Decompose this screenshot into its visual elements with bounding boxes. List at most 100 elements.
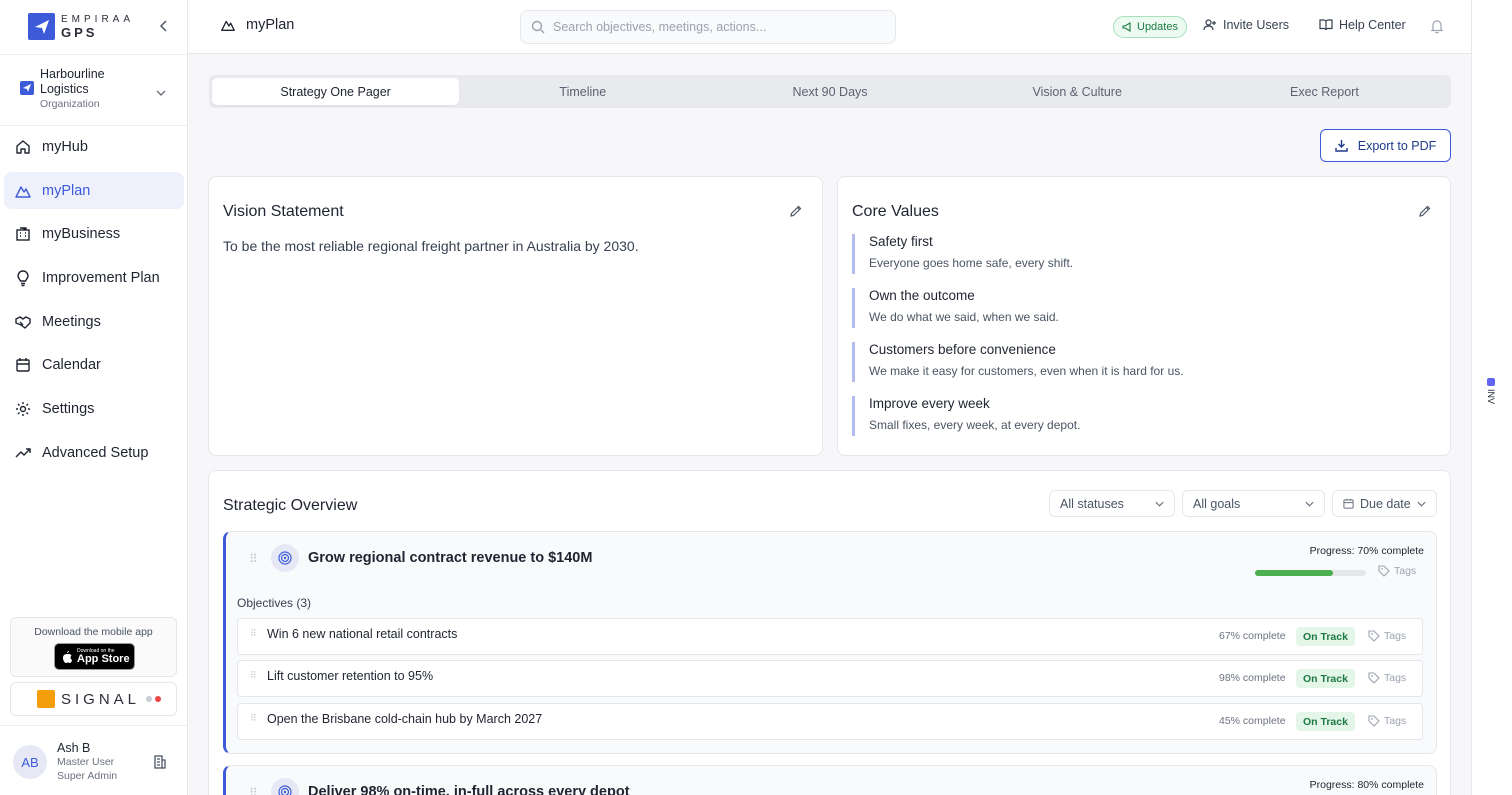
tags-label: Tags [1394, 565, 1417, 577]
due-date-sort[interactable]: Due date [1332, 490, 1437, 517]
signal-dots [146, 696, 162, 702]
drag-handle-icon[interactable]: ⠿ [249, 786, 258, 795]
tab-vision-culture[interactable]: Vision & Culture [954, 78, 1201, 105]
org-name: Harbourline Logistics [40, 67, 105, 96]
tab-exec-report[interactable]: Exec Report [1201, 78, 1448, 105]
edit-core-values-button[interactable] [1418, 204, 1432, 223]
tag-icon [1378, 565, 1390, 577]
topbar: myPlan Updates Invite Users Help Center [188, 0, 1471, 54]
status-filter[interactable]: All statuses [1049, 490, 1175, 517]
drag-handle-icon[interactable]: ⠿ [249, 552, 258, 566]
sidebar-item-myplan[interactable]: myPlan [4, 172, 184, 209]
goal-progress-label: Progress: 80% complete [1309, 779, 1424, 791]
goal-card[interactable]: ⠿ Grow regional contract revenue to $140… [223, 531, 1437, 754]
objective-progress: 67% complete [1219, 630, 1286, 642]
objective-tags-button[interactable]: Tags [1368, 715, 1406, 727]
page-title-text: myPlan [246, 17, 295, 33]
sidebar-item-label: Calendar [42, 356, 101, 373]
core-value-desc: We make it easy for customers, even when… [869, 364, 1184, 378]
sidebar-item-myhub[interactable]: myHub [4, 128, 184, 165]
side-widget-tab[interactable]: INV [1486, 378, 1496, 404]
sidebar-item-label: myPlan [42, 182, 91, 199]
goal-title: Grow regional contract revenue to $140M [308, 550, 593, 566]
switch-org-icon[interactable] [153, 754, 167, 775]
export-pdf-label: Export to PDF [1357, 138, 1437, 153]
objective-row[interactable]: ⠿ Lift customer retention to 95% 98% com… [237, 660, 1423, 697]
divider [0, 125, 188, 126]
signal-text: SIGNAL [61, 690, 141, 708]
sidebar-item-mybusiness[interactable]: myBusiness [4, 215, 184, 252]
bell-icon[interactable] [1430, 18, 1444, 39]
sidebar-item-label: Settings [42, 400, 95, 417]
sidebar-item-meetings[interactable]: Meetings [4, 303, 184, 340]
sidebar-item-advanced-setup[interactable]: Advanced Setup [4, 434, 184, 471]
search-box [520, 10, 896, 44]
target-icon [271, 544, 299, 572]
tab-timeline[interactable]: Timeline [459, 78, 706, 105]
invite-users-button[interactable]: Invite Users [1203, 18, 1289, 32]
sidebar-item-improvement-plan[interactable]: Improvement Plan [4, 259, 184, 296]
tab-next-90-days[interactable]: Next 90 Days [706, 78, 953, 105]
tab-strategy-one-pager[interactable]: Strategy One Pager [212, 78, 460, 105]
user-profile[interactable]: AB Ash B Master User Super Admin [0, 725, 188, 795]
avatar: AB [13, 745, 47, 779]
download-icon [1335, 140, 1348, 152]
core-values-title: Core Values [852, 203, 939, 220]
help-center-button[interactable]: Help Center [1319, 18, 1406, 32]
goal-progress-label: Progress: 70% complete [1309, 545, 1424, 557]
sidebar-item-label: Meetings [42, 313, 101, 330]
objective-row[interactable]: ⠿ Win 6 new national retail contracts 67… [237, 618, 1423, 655]
building-icon [16, 226, 30, 241]
vision-statement: To be the most reliable regional freight… [223, 238, 639, 254]
dot-icon [155, 696, 162, 702]
objective-tags-button[interactable]: Tags [1368, 630, 1406, 642]
user-role: Master User [57, 756, 115, 768]
org-type: Organization [40, 98, 100, 110]
updates-label: Updates [1137, 21, 1178, 33]
signal-logo-icon [37, 690, 55, 708]
export-pdf-button[interactable]: Export to PDF [1320, 129, 1451, 162]
goal-card[interactable]: ⠿ Deliver 98% on-time, in-full across ev… [223, 765, 1437, 795]
gear-icon [16, 401, 30, 416]
tags-label: Tags [1384, 715, 1407, 727]
calendar-icon [16, 357, 30, 372]
help-center-label: Help Center [1339, 18, 1406, 32]
goals-filter-value: All goals [1193, 496, 1241, 511]
drag-handle-icon[interactable]: ⠿ [250, 628, 257, 639]
vision-title: Vision Statement [223, 203, 344, 220]
objective-row[interactable]: ⠿ Open the Brisbane cold-chain hub by Ma… [237, 703, 1423, 740]
dot-icon [146, 696, 153, 702]
goal-progress-bar [1255, 570, 1366, 576]
objective-tags-button[interactable]: Tags [1368, 672, 1406, 684]
goal-title: Deliver 98% on-time, in-full across ever… [308, 784, 630, 795]
goal-tags-button[interactable]: Tags [1378, 565, 1416, 577]
org-switcher[interactable]: Harbourline Logistics Organization [20, 67, 170, 113]
widget-icon [1487, 378, 1495, 386]
edit-vision-button[interactable] [789, 204, 803, 223]
updates-button[interactable]: Updates [1113, 16, 1187, 38]
search-input[interactable] [553, 20, 873, 34]
brand-logo[interactable]: EMPIRAA GPS [28, 13, 134, 40]
trend-icon [15, 447, 31, 457]
tags-label: Tags [1384, 630, 1407, 642]
sidebar-item-calendar[interactable]: Calendar [4, 346, 184, 383]
signal-link[interactable]: SIGNAL [10, 682, 177, 716]
objectives-header: Objectives (3) [237, 596, 312, 610]
app-store-button[interactable]: Download on the App Store [54, 643, 135, 670]
drag-handle-icon[interactable]: ⠿ [250, 670, 257, 681]
core-value-title: Safety first [869, 234, 933, 249]
chevron-left-icon [160, 20, 167, 32]
core-value-title: Customers before convenience [869, 342, 1056, 357]
core-value-title: Improve every week [869, 396, 990, 411]
collapse-sidebar-button[interactable] [157, 18, 171, 34]
megaphone-icon [1122, 22, 1131, 32]
brand-line1: EMPIRAA [61, 13, 135, 25]
core-values-card: Core Values Safety first Everyone goes h… [837, 176, 1451, 456]
drag-handle-icon[interactable]: ⠿ [250, 713, 257, 724]
goal-progress-fill [1255, 570, 1333, 576]
strategic-overview-title: Strategic Overview [223, 497, 358, 514]
goals-filter[interactable]: All goals [1182, 490, 1325, 517]
chevron-down-icon [1155, 501, 1164, 507]
status-badge: On Track [1296, 627, 1355, 646]
sidebar-item-settings[interactable]: Settings [4, 390, 184, 427]
